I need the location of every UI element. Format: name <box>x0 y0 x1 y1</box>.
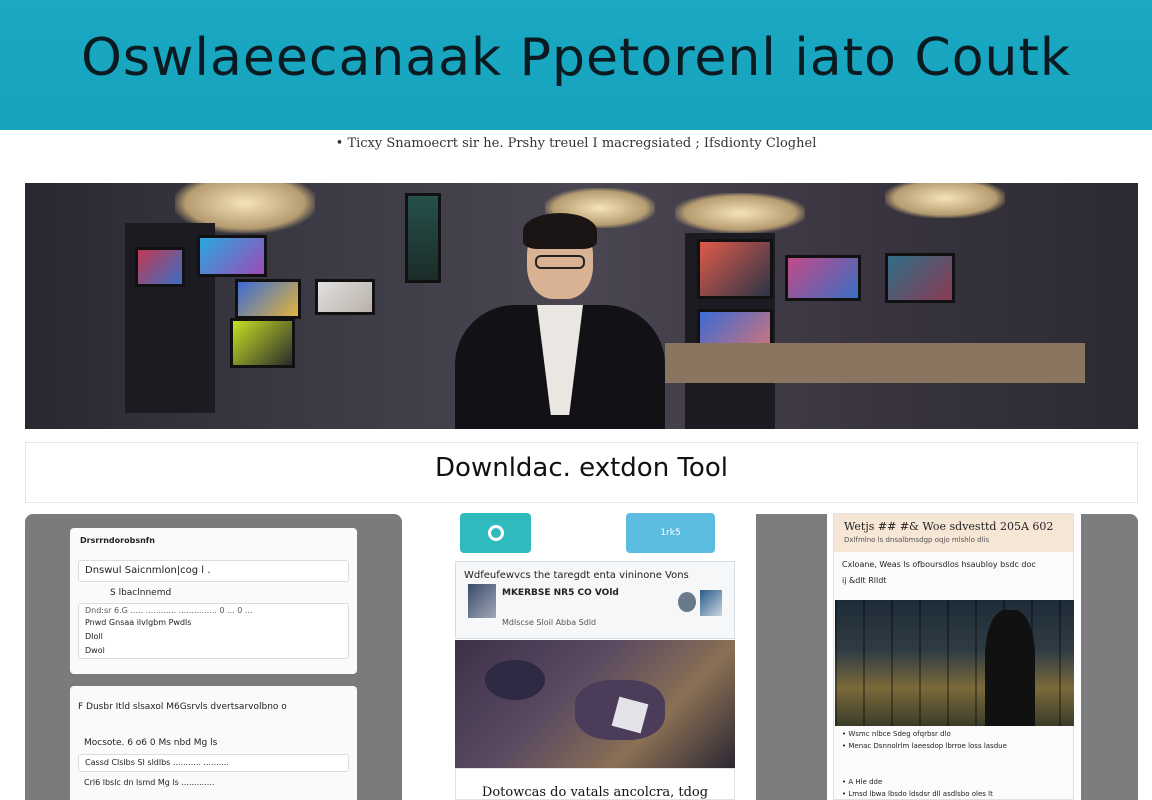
card-tags: Mdlscse Sloil Abba Sdld <box>502 618 597 627</box>
article-line: ij &dlt Rlldt <box>842 576 887 585</box>
screenshot-panel-1: Drsrrndorobsnfn Dnswul Saicnmlon|cog l .… <box>25 514 402 800</box>
text-field[interactable]: Cassd Clslbs SI sldlbs ........... .....… <box>78 754 349 772</box>
monitor <box>697 239 773 299</box>
site-title: Oswlaeecanaak Ppetorenl iato Coutk <box>81 28 1071 88</box>
record-button[interactable] <box>460 513 531 553</box>
detail-row: Dwol <box>85 646 105 655</box>
photo-caption: Dotowcas do vatals ancolcra, tdog <box>455 768 735 800</box>
bullet-item: • Lmsd lbwa lbsdo ldsdsr dll asdlsbo ole… <box>842 790 993 798</box>
person <box>445 213 675 429</box>
crowd-shape <box>485 660 545 700</box>
hero-image <box>25 183 1138 429</box>
info-line: Crl6 lbslc dn lsmd Mg ls ............. <box>84 778 215 787</box>
info-card: F Dusbr Itld slsaxol M6Gsrvls dvertsarvo… <box>70 686 357 800</box>
article-card: Wetjs ## #& Woe sdvesttd 205A 602 Dxlfml… <box>833 513 1074 800</box>
tree-silhouette <box>985 610 1035 726</box>
event-photo <box>455 640 735 768</box>
monitor <box>785 255 861 301</box>
field-value: Cassd Clslbs SI sldlbs ........... .....… <box>85 758 229 767</box>
info-line: F Dusbr Itld slsaxol M6Gsrvls dvertsarvo… <box>78 702 287 712</box>
text-field[interactable]: Dnswul Saicnmlon|cog l . <box>78 560 349 582</box>
avatar <box>678 592 696 612</box>
window-grid <box>835 600 1074 726</box>
monitor <box>315 279 375 315</box>
field-value: Dnswul Saicnmlon|cog l . <box>85 565 211 576</box>
monitor <box>235 279 301 319</box>
detail-box: Dnd:sr 6.G ..... ............ ..........… <box>78 603 349 659</box>
bullet-item: • A Hle dde <box>842 778 883 786</box>
detail-row: Pnwd Gnsaa ilvlgbm Pwdls <box>85 618 192 627</box>
section-header: Downldac. extdon Tool <box>25 442 1138 503</box>
form-card: Drsrrndorobsnfn Dnswul Saicnmlon|cog l .… <box>70 528 357 674</box>
field-label: S lbaclnnemd <box>110 588 172 598</box>
header-banner: Oswlaeecanaak Ppetorenl iato Coutk <box>0 0 1152 130</box>
circle-icon <box>487 525 504 541</box>
side-panel-left <box>756 514 827 800</box>
bullet-item: • Wsmc nlbce Sdeg ofqrbsr dlo <box>842 730 951 738</box>
monitor <box>230 318 295 368</box>
detail-row: DIoll <box>85 632 103 641</box>
article-photo <box>835 600 1074 726</box>
card-header: Drsrrndorobsnfn <box>80 536 155 545</box>
action-button[interactable]: 1rk5 <box>626 513 715 553</box>
monitor <box>405 193 441 283</box>
hair <box>523 213 597 249</box>
article-header: Wetjs ## #& Woe sdvesttd 205A 602 Dxlfml… <box>834 514 1073 552</box>
side-panel-right <box>1081 514 1138 800</box>
article-line: Cxloane, Weas ls ofboursdlos hsaubloy bs… <box>842 560 1036 569</box>
article-title: Wetjs ## #& Woe sdvesttd 205A 602 <box>844 520 1054 533</box>
thumbnail <box>468 584 496 618</box>
article-subtitle: Dxlfmlno ls dnsalbmsdgp oqjo mlshlo dlis <box>844 536 990 544</box>
info-line: Mocsote. 6 o6 0 Ms nbd Mg ls <box>84 738 218 748</box>
section-title: Downldac. extdon Tool <box>435 453 728 483</box>
monitor <box>197 235 267 277</box>
monitor <box>885 253 955 303</box>
tagline: • Ticxy Snamoecrt sir he. Prshy treuel I… <box>335 136 817 151</box>
card-title: Wdfeufewvcs the taregdt enta vininone Vo… <box>464 570 689 581</box>
detail-row: Dnd:sr 6.G ..... ............ ..........… <box>85 606 253 615</box>
thumbnail <box>700 590 722 616</box>
ceiling-lamp <box>675 193 805 233</box>
monitor <box>135 247 185 287</box>
ceiling-lamp <box>885 183 1005 218</box>
bullet-item: • Menac Dsnnolrlm laeesdop lbrroe loss l… <box>842 742 1007 750</box>
result-card: Wdfeufewvcs the taregdt enta vininone Vo… <box>455 561 735 639</box>
glasses-icon <box>535 255 585 269</box>
card-subtitle: MKERBSE NR5 CO VOld <box>502 588 619 598</box>
counter-desk <box>665 343 1085 383</box>
